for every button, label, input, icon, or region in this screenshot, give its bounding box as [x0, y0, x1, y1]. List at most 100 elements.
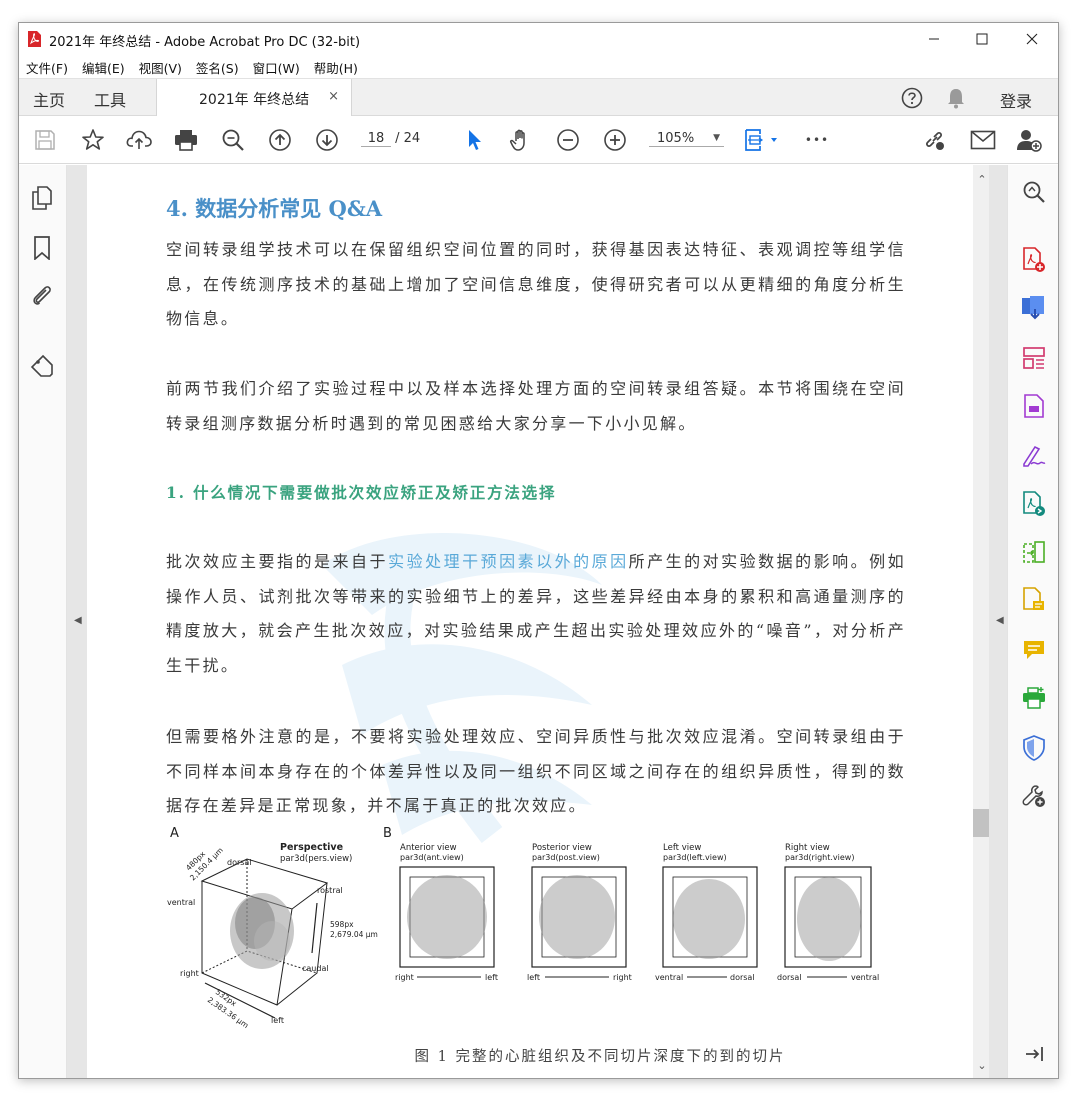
hand-tool-button[interactable] [507, 126, 535, 154]
bell-icon [948, 89, 964, 109]
collapse-right-panel-button[interactable]: ◀ [996, 615, 1004, 626]
view-axis-left: ventral [655, 973, 683, 982]
menu-sign[interactable]: 签名(S) [189, 55, 246, 80]
tags-button[interactable] [29, 353, 55, 379]
help-icon [901, 87, 923, 109]
chevron-down-icon: ▼ [713, 133, 720, 143]
help-button[interactable] [899, 85, 925, 111]
create-pdf-button[interactable] [1021, 247, 1047, 273]
minimize-button[interactable] [911, 23, 957, 55]
login-link[interactable]: 登录 [1000, 88, 1032, 112]
more-tools-button[interactable]: ••• [803, 126, 831, 154]
view-axis-left: left [527, 973, 540, 982]
menu-view[interactable]: 视图(V) [132, 55, 189, 80]
view-axis-right: ventral [851, 973, 879, 982]
printer-icon [175, 130, 197, 151]
paragraph-intro: 空间转录组学技术可以在保留组织空间位置的同时，获得基因表达特征、表观调控等组学信… [166, 240, 906, 328]
menu-edit[interactable]: 编辑(E) [75, 55, 132, 80]
label-right: right [180, 969, 199, 978]
attachments-button[interactable] [29, 283, 55, 309]
view-left: Left view par3d(left.view) ventral dorsa… [655, 843, 758, 982]
close-icon [1026, 33, 1038, 45]
menu-window[interactable]: 窗口(W) [246, 55, 307, 80]
cloud-upload-icon [126, 130, 152, 149]
star-icon [82, 129, 104, 150]
search-icon [1023, 181, 1045, 203]
dim-2679um: 2,679.04 μm [330, 930, 378, 939]
menu-file[interactable]: 文件(F) [19, 55, 75, 80]
view-title: Anterior view [400, 843, 457, 853]
add-user-button[interactable] [1015, 126, 1043, 154]
arrow-down-circle-icon [316, 129, 338, 151]
paragraph-batch-effect: 批次效应主要指的是来自于实验处理干预因素以外的原因所产生的对实验数据的影响。例如… [166, 545, 906, 683]
export-pdf-icon [1022, 296, 1044, 320]
vertical-scrollbar[interactable] [973, 165, 989, 1078]
save-button[interactable] [31, 126, 59, 154]
pages-icon [32, 186, 52, 210]
scroll-down-button[interactable]: ⌄ [972, 1059, 992, 1072]
arrow-up-circle-icon [269, 129, 291, 151]
tab-document[interactable]: 2021年 年终总结 × [156, 79, 352, 117]
select-tool-button[interactable] [461, 126, 489, 154]
paragraph-overview: 前两节我们介绍了实验过程中以及样本选择处理方面的空间转录组答疑。本节将围绕在空间… [166, 379, 906, 433]
comment-button[interactable] [1021, 637, 1047, 663]
fill-form-button[interactable] [1021, 393, 1047, 419]
upload-cloud-button[interactable] [125, 126, 153, 154]
tab-tools[interactable]: 工具 [94, 87, 126, 111]
minus-circle-icon [557, 129, 579, 151]
menu-help[interactable]: 帮助(H) [307, 55, 365, 80]
add-user-icon [1017, 130, 1042, 152]
paragraph-caution: 但需要格外注意的是，不要将实验处理效应、空间异质性与批次效应混淆。空间转录组由于… [166, 727, 906, 815]
scrollbar-thumb[interactable] [973, 809, 989, 837]
view-title: Right view [785, 843, 830, 853]
create-pdf-icon [1023, 247, 1045, 272]
view-anterior: Anterior view par3d(ant.view) right left [395, 843, 498, 982]
subsection-heading: 1. 什么情况下需要做批次效应矫正及矫正方法选择 [166, 483, 557, 502]
bookmark-star-button[interactable] [79, 126, 107, 154]
heart-tissue-figure: A B Perspective par3d(pers.view) dorsal … [167, 826, 879, 1030]
tab-close-button[interactable]: × [328, 89, 339, 104]
notifications-button[interactable] [943, 85, 969, 111]
perspective-title: Perspective [280, 842, 343, 853]
more-tools-add-button[interactable] [1021, 783, 1047, 809]
compare-files-button[interactable] [1021, 539, 1047, 565]
view-axis-right: left [485, 973, 498, 982]
search-tool-button[interactable] [1021, 179, 1047, 205]
tab-document-label: 2021年 年终总结 [199, 92, 310, 108]
export-pdf-button[interactable] [1021, 295, 1047, 321]
zoom-out-button[interactable] [554, 126, 582, 154]
tab-bar: 主页 工具 2021年 年终总结 × 登录 [19, 78, 1058, 117]
email-button[interactable] [969, 126, 997, 154]
envelope-icon [970, 130, 996, 150]
edit-pdf-button[interactable] [1021, 345, 1047, 371]
print-button[interactable] [172, 126, 200, 154]
close-button[interactable] [1009, 23, 1055, 55]
view-axis-left: right [395, 973, 414, 982]
collapse-tools-panel-button[interactable] [1021, 1041, 1047, 1067]
zoom-search-button[interactable] [219, 126, 247, 154]
perspective-code: par3d(pers.view) [280, 854, 352, 864]
zoom-select[interactable]: 105% ▼ [649, 131, 724, 147]
tab-home[interactable]: 主页 [33, 87, 65, 111]
tag-icon [30, 354, 53, 377]
cursor-arrow-icon [469, 130, 481, 150]
page-thumbnails-button[interactable] [29, 185, 55, 211]
view-code: par3d(ant.view) [400, 853, 464, 862]
page-number-input[interactable]: 18 [361, 131, 391, 147]
zoom-in-button[interactable] [601, 126, 629, 154]
collapse-left-panel-button[interactable]: ◀ [74, 615, 82, 626]
acrobat-app-icon [28, 31, 41, 47]
sign-button[interactable] [1021, 443, 1047, 469]
previous-page-button[interactable] [266, 126, 294, 154]
label-rostral: rostral [317, 886, 343, 895]
share-link-button[interactable] [921, 126, 949, 154]
bookmarks-button[interactable] [29, 235, 55, 261]
page-fit-button[interactable] [741, 126, 781, 154]
comment-tool-button[interactable] [1021, 587, 1047, 613]
protect-button[interactable] [1021, 735, 1047, 761]
maximize-button[interactable] [959, 23, 1005, 55]
print-production-button[interactable] [1021, 685, 1047, 711]
send-for-signature-button[interactable] [1021, 491, 1047, 517]
scroll-up-button[interactable]: ⌃ [972, 173, 992, 186]
next-page-button[interactable] [313, 126, 341, 154]
